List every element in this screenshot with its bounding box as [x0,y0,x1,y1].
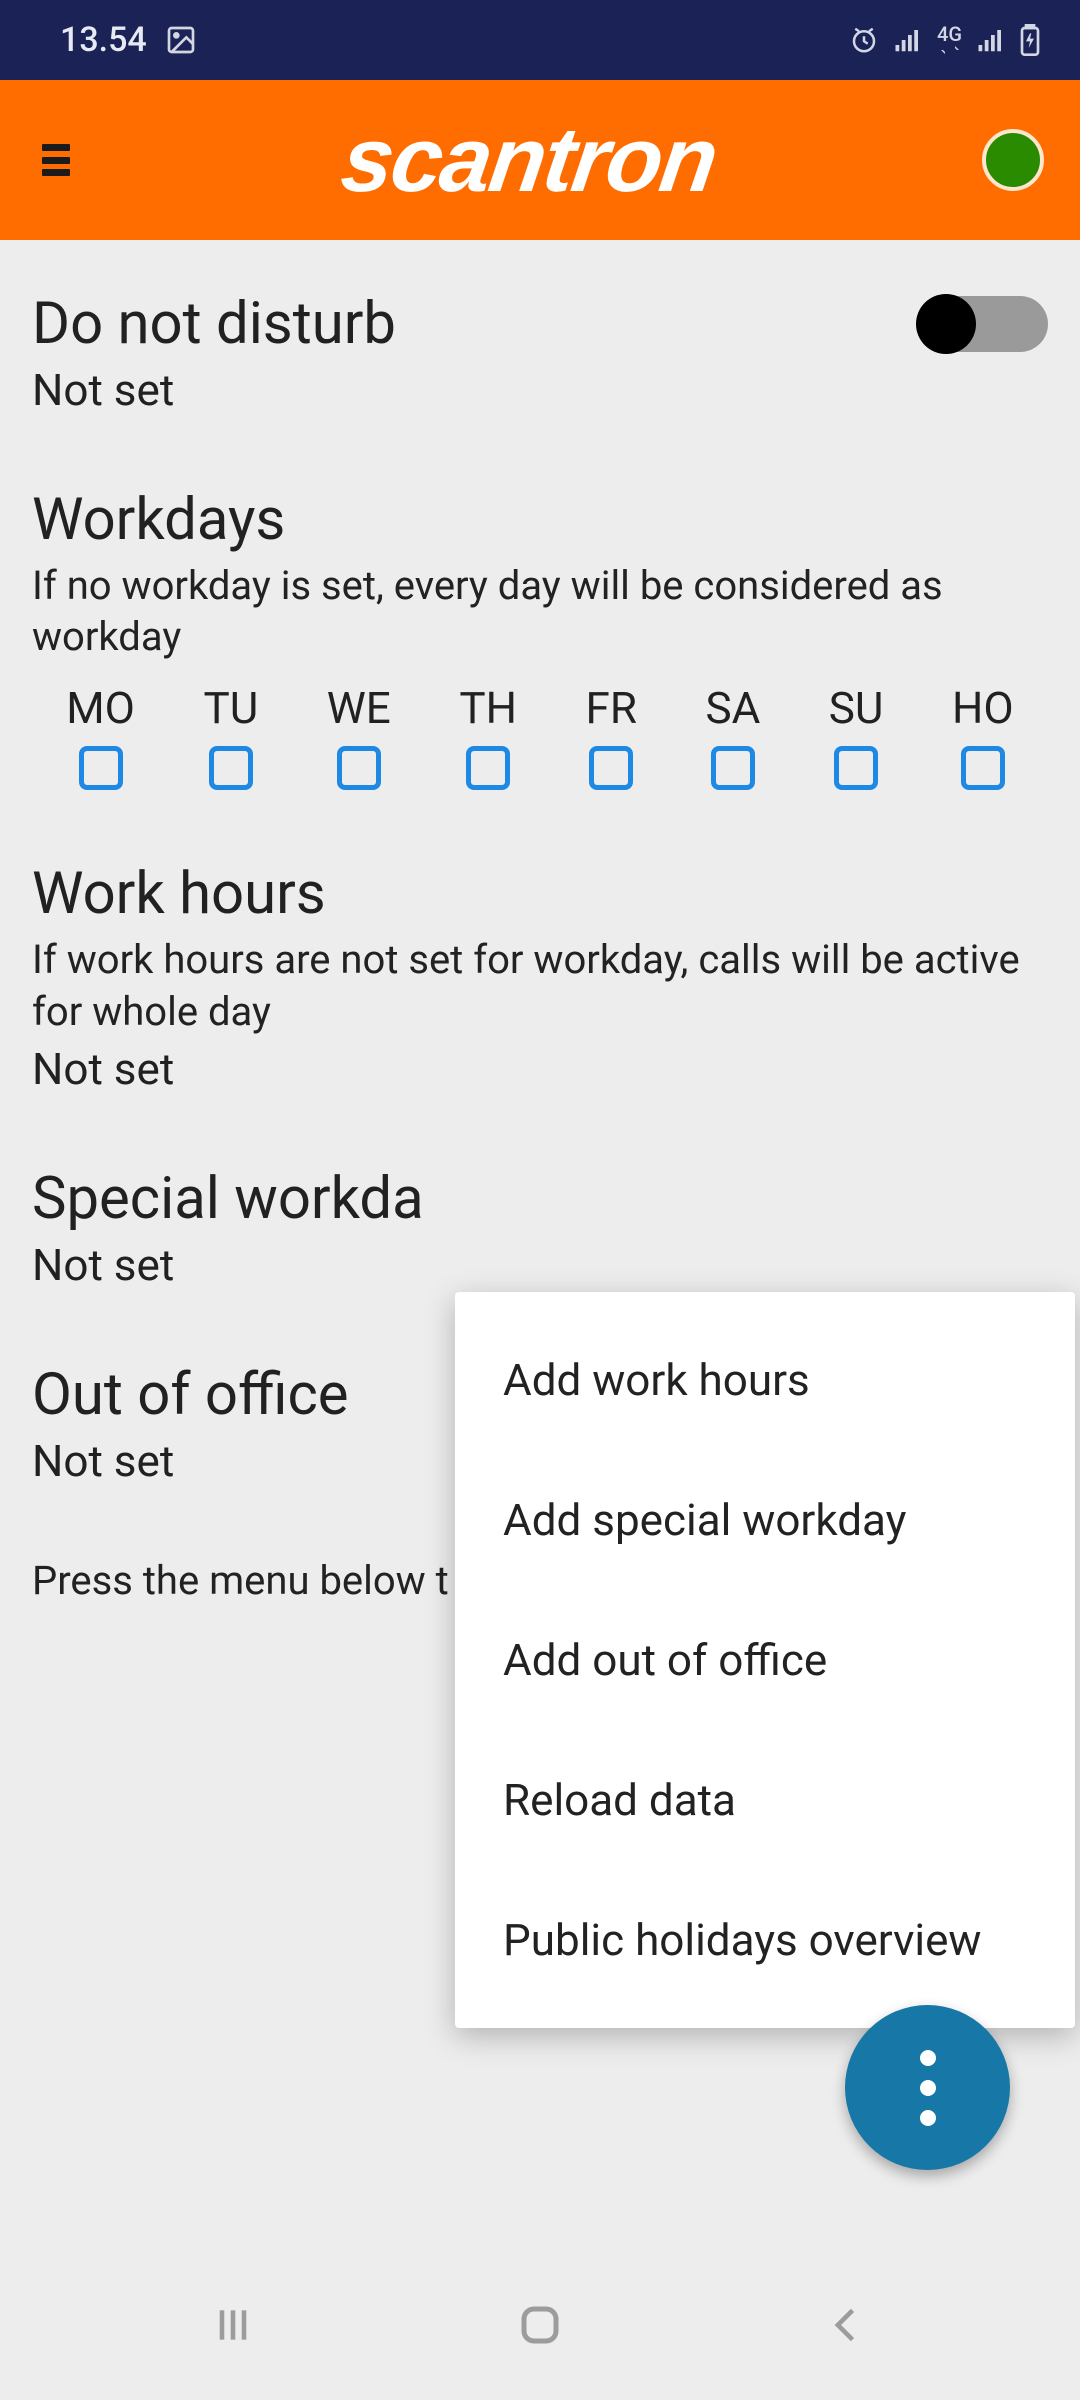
dnd-toggle[interactable] [918,296,1048,352]
menu-public-holidays[interactable]: Public holidays overview [455,1870,1075,2010]
dots-vertical-icon [920,2080,936,2096]
day-label: MO [66,682,135,734]
day-tu: TU [203,682,258,790]
brand-logo: scantron [69,108,990,213]
special-value: Not set [32,1239,1048,1291]
alarm-icon [849,25,879,55]
workhours-value: Not set [32,1043,1048,1095]
menu-button[interactable] [36,140,76,180]
day-checkbox-ho[interactable] [961,746,1005,790]
special-title: Special workda [32,1165,1048,1233]
day-fr: FR [586,682,637,790]
workhours-desc: If work hours are not set for workday, c… [32,934,1048,1036]
day-label: HO [952,682,1014,734]
day-label: TH [459,682,517,734]
signal-icon [893,25,923,55]
day-we: WE [327,682,391,790]
workdays-row: MO TU WE TH FR SA [32,682,1048,790]
day-label: WE [327,682,391,734]
workdays-title: Workdays [32,486,1048,554]
status-time: 13.54 [60,20,147,60]
day-checkbox-su[interactable] [834,746,878,790]
picture-icon [165,24,197,56]
menu-add-out-of-office[interactable]: Add out of office [455,1590,1075,1730]
workhours-title: Work hours [32,860,1048,928]
signal-icon-2 [976,25,1006,55]
day-checkbox-mo[interactable] [79,746,123,790]
day-ho: HO [952,682,1014,790]
dnd-title: Do not disturb [32,290,396,358]
presence-indicator[interactable] [982,129,1044,191]
day-label: SU [829,682,884,734]
workhours-section: Work hours If work hours are not set for… [32,860,1048,1094]
day-su: SU [829,682,884,790]
menu-add-special-workday[interactable]: Add special workday [455,1450,1075,1590]
status-right: 4G [849,24,1040,56]
day-checkbox-tu[interactable] [209,746,253,790]
workdays-desc: If no workday is set, every day will be … [32,560,1048,662]
workdays-section: Workdays If no workday is set, every day… [32,486,1048,790]
nav-home-button[interactable] [510,2295,570,2355]
dots-vertical-icon [920,2050,936,2066]
day-label: SA [705,682,760,734]
dnd-value: Not set [32,364,396,416]
day-checkbox-we[interactable] [337,746,381,790]
special-workday-section: Special workda Not set [32,1165,1048,1291]
app-bar: scantron [0,80,1080,240]
nav-back-button[interactable] [817,2295,877,2355]
network-type: 4G [937,24,962,56]
nav-recents-button[interactable] [203,2295,263,2355]
day-label: TU [203,682,258,734]
dnd-section: Do not disturb Not set [32,290,1048,416]
status-bar: 13.54 4G [0,0,1080,80]
battery-charging-icon [1020,24,1040,56]
actions-popup: Add work hours Add special workday Add o… [455,1292,1075,2028]
day-th: TH [459,682,517,790]
menu-reload-data[interactable]: Reload data [455,1730,1075,1870]
status-left: 13.54 [60,20,197,60]
day-checkbox-fr[interactable] [589,746,633,790]
day-sa: SA [705,682,760,790]
day-checkbox-th[interactable] [466,746,510,790]
day-label: FR [586,682,637,734]
fab-more-button[interactable] [845,2005,1010,2170]
day-checkbox-sa[interactable] [711,746,755,790]
menu-add-work-hours[interactable]: Add work hours [455,1310,1075,1450]
dots-vertical-icon [920,2110,936,2126]
day-mo: MO [66,682,135,790]
system-nav-bar [0,2270,1080,2400]
